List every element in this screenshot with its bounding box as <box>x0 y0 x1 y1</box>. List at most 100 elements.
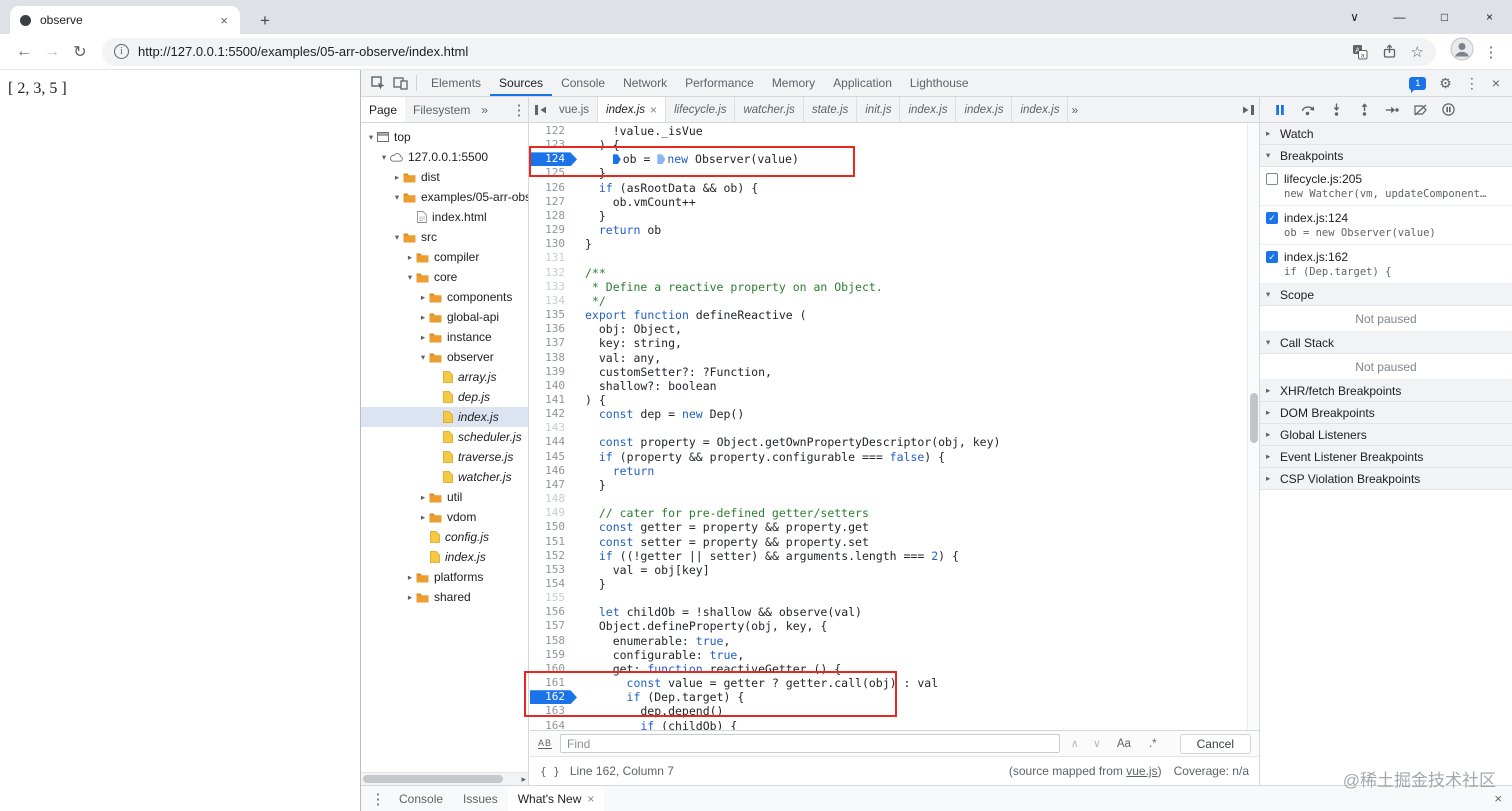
code-text[interactable] <box>577 492 585 506</box>
site-info-icon[interactable]: i <box>114 44 129 59</box>
line-number[interactable]: 125 <box>530 166 577 180</box>
code-text[interactable]: if ((!getter || setter) && arguments.len… <box>577 549 959 563</box>
section-header-breakpoints[interactable]: ▾ Breakpoints <box>1260 145 1512 167</box>
line-number[interactable]: 127 <box>530 195 577 209</box>
file-tab-init-js[interactable]: init.js <box>857 97 901 122</box>
code-text[interactable]: !value._isVue <box>577 124 703 138</box>
step-out-button[interactable] <box>1356 102 1372 118</box>
section-header-watch[interactable]: ▸ Watch <box>1260 123 1512 145</box>
file-tab-lifecycle-js[interactable]: lifecycle.js <box>666 97 736 122</box>
file-tab-index-js[interactable]: index.js <box>956 97 1013 122</box>
tree-item-components[interactable]: ▸ components <box>361 287 528 307</box>
issues-count-badge[interactable]: 1 <box>1409 76 1427 93</box>
line-number[interactable]: 134 <box>530 294 577 308</box>
disclosure-arrow[interactable]: ▸ <box>417 292 429 303</box>
tab-search-chevron-icon[interactable]: ∨ <box>1332 0 1377 34</box>
panel-tab-sources[interactable]: Sources <box>490 70 552 96</box>
navigator-overflow-chevron[interactable]: » <box>478 103 491 117</box>
tree-item-core[interactable]: ▾ core <box>361 267 528 287</box>
disclosure-arrow[interactable]: ▸ <box>417 312 429 323</box>
code-text[interactable]: } <box>577 577 606 591</box>
tree-item-top[interactable]: ▾ top <box>361 127 528 147</box>
code-text[interactable]: dep.depend() <box>577 704 723 718</box>
line-number[interactable]: 151 <box>530 535 577 549</box>
line-number[interactable]: 131 <box>530 251 577 265</box>
back-button[interactable]: ← <box>10 38 38 66</box>
code-text[interactable]: if (Dep.target) { <box>577 690 745 704</box>
drawer-tab-what-s-new[interactable]: What's New × <box>507 786 605 811</box>
step-over-button[interactable] <box>1300 102 1316 118</box>
code-text[interactable]: obj: Object, <box>577 322 682 336</box>
code-text[interactable]: shallow?: boolean <box>577 379 717 393</box>
line-number[interactable]: 156 <box>530 605 577 619</box>
code-text[interactable]: if (property && property.configurable ==… <box>577 450 945 464</box>
code-text[interactable]: const property = Object.getOwnPropertyDe… <box>577 435 1001 449</box>
panel-tab-console[interactable]: Console <box>552 70 614 96</box>
drawer-menu-icon[interactable]: ⋮ <box>367 790 389 808</box>
code-text[interactable]: export function defineReactive ( <box>577 308 807 322</box>
line-number[interactable]: 144 <box>530 435 577 449</box>
show-sources-sidebar-icon[interactable] <box>1237 97 1259 122</box>
drawer-tab-issues[interactable]: Issues <box>453 786 508 811</box>
tree-item-util[interactable]: ▸ util <box>361 487 528 507</box>
line-number[interactable]: 139 <box>530 365 577 379</box>
line-number[interactable]: 147 <box>530 478 577 492</box>
settings-gear-icon[interactable]: ⚙ <box>1439 76 1452 90</box>
tree-item-index-html[interactable]: index.html <box>361 207 528 227</box>
code-text[interactable]: return ob <box>577 223 661 237</box>
line-number[interactable]: 159 <box>530 648 577 662</box>
disclosure-arrow[interactable]: ▾ <box>365 132 377 143</box>
line-number[interactable]: 160 <box>530 662 577 676</box>
find-input[interactable] <box>560 734 1060 753</box>
line-number[interactable]: 157 <box>530 619 577 633</box>
code-text[interactable]: } <box>577 166 606 180</box>
breakpoint-checkbox[interactable] <box>1266 173 1278 185</box>
tree-item-dep-js[interactable]: dep.js <box>361 387 528 407</box>
disclosure-arrow[interactable]: ▾ <box>417 352 429 363</box>
section-header-xhr-fetch-breakpoints[interactable]: ▸ XHR/fetch Breakpoints <box>1260 380 1512 402</box>
line-number[interactable]: 138 <box>530 351 577 365</box>
line-number[interactable]: 143 <box>530 421 577 435</box>
file-tab-state-js[interactable]: state.js <box>804 97 858 122</box>
section-header-dom-breakpoints[interactable]: ▸ DOM Breakpoints <box>1260 402 1512 424</box>
section-header-csp-violation-breakpoints[interactable]: ▸ CSP Violation Breakpoints <box>1260 468 1512 490</box>
tree-item-dist[interactable]: ▸ dist <box>361 167 528 187</box>
code-text[interactable]: get: function reactiveGetter () { <box>577 662 842 676</box>
line-number[interactable]: 153 <box>530 563 577 577</box>
code-text[interactable]: configurable: true, <box>577 648 745 662</box>
tree-item-index-js[interactable]: index.js <box>361 407 528 427</box>
code-text[interactable]: const getter = property && property.get <box>577 520 869 534</box>
tabs-overflow-chevron[interactable]: » <box>1068 97 1081 122</box>
tree-item-vdom[interactable]: ▸ vdom <box>361 507 528 527</box>
panel-tab-elements[interactable]: Elements <box>422 70 490 96</box>
disclosure-arrow[interactable]: ▾ <box>391 192 403 203</box>
tree-item-shared[interactable]: ▸ shared <box>361 587 528 607</box>
inline-breakpoint-marker[interactable] <box>612 154 621 165</box>
maximize-button[interactable]: □ <box>1422 0 1467 34</box>
breakpoint-item[interactable]: ✓ index.js:124 ob = new Observer(value) <box>1260 206 1512 245</box>
tab-close-icon[interactable]: × <box>218 13 230 28</box>
line-number[interactable]: 142 <box>530 407 577 421</box>
line-number[interactable]: 146 <box>530 464 577 478</box>
code-text[interactable] <box>577 421 585 435</box>
code-text[interactable]: ) { <box>577 393 606 407</box>
tree-item-compiler[interactable]: ▸ compiler <box>361 247 528 267</box>
tree-item-observer[interactable]: ▾ observer <box>361 347 528 367</box>
disclosure-arrow[interactable]: ▸ <box>404 572 416 583</box>
code-text[interactable]: ob = new Observer(value) <box>577 152 799 166</box>
disclosure-arrow[interactable]: ▸ <box>417 492 429 503</box>
tree-item-src[interactable]: ▾ src <box>361 227 528 247</box>
file-tab-index-js[interactable]: index.js <box>900 97 957 122</box>
line-number[interactable]: 141 <box>530 393 577 407</box>
disclosure-arrow[interactable]: ▾ <box>391 232 403 243</box>
file-tab-index-js[interactable]: index.js × <box>598 97 667 122</box>
url-text[interactable]: http://127.0.0.1:5500/examples/05-arr-ob… <box>138 44 1338 59</box>
line-number[interactable]: 122 <box>530 124 577 138</box>
code-text[interactable] <box>577 591 585 605</box>
step-into-button[interactable] <box>1328 102 1344 118</box>
breakpoint-item[interactable]: ✓ index.js:162 if (Dep.target) { <box>1260 245 1512 284</box>
code-text[interactable]: val: any, <box>577 351 661 365</box>
find-next-button[interactable]: ∨ <box>1090 737 1104 750</box>
line-number[interactable]: 129 <box>530 223 577 237</box>
line-number[interactable]: 128 <box>530 209 577 223</box>
